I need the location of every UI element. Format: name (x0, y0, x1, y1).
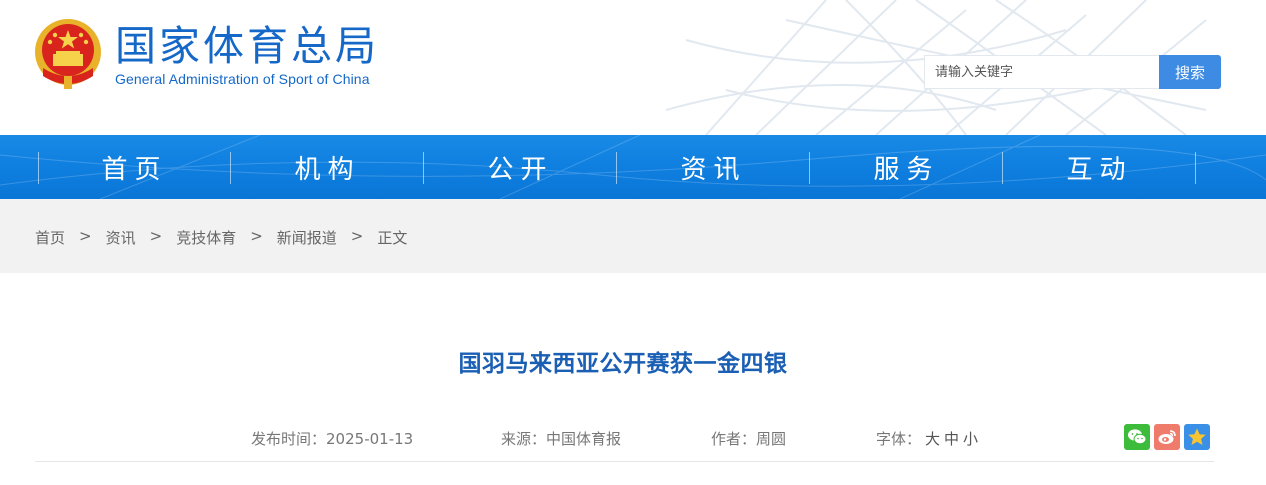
font-size-label: 字体： (876, 430, 922, 448)
breadcrumb-home[interactable]: 首页 (35, 227, 65, 248)
breadcrumb-separator: > (350, 227, 364, 245)
author: 作者：周圆 (711, 428, 786, 449)
breadcrumb-competitive-sports[interactable]: 竞技体育 (176, 227, 236, 248)
nav-item-label: 首页 (101, 154, 168, 185)
site-header: 国家体育总局 General Administration of Sport o… (0, 0, 1266, 135)
source-label: 来源： (501, 430, 547, 448)
nav-item-label: 服务 (873, 154, 940, 185)
nav-item-label: 公开 (487, 154, 554, 185)
article-title: 国羽马来西亚公开赛获一金四银 (458, 351, 788, 377)
breadcrumb-bar: 首页 > 资讯 > 竞技体育 > 新闻报道 > 正文 (0, 199, 1266, 273)
share-wechat-button[interactable] (1124, 424, 1150, 450)
nav-item-label: 资讯 (680, 154, 747, 185)
favorite-star-icon (1188, 428, 1206, 445)
author-label: 作者： (711, 430, 757, 448)
nav-item-interaction[interactable]: 互动 (1003, 135, 1196, 199)
meta-divider (35, 461, 1214, 462)
breadcrumb-current: 正文 (377, 229, 408, 247)
article-meta: 发布时间：2025-01-13 来源：中国体育报 作者：周圆 字体：大中小 (0, 428, 1266, 448)
site-title: 国家体育总局 (115, 22, 379, 70)
breadcrumb-news-reports[interactable]: 新闻报道 (277, 227, 337, 248)
breadcrumb: 首页 > 资讯 > 竞技体育 > 新闻报道 > 正文 (35, 227, 407, 248)
font-size-control: 字体：大中小 (876, 428, 978, 449)
author-value: 周圆 (756, 430, 787, 448)
font-size-medium-button[interactable]: 中 (944, 430, 959, 448)
nav-item-home[interactable]: 首页 (38, 135, 231, 199)
font-size-small-button[interactable]: 小 (963, 430, 978, 448)
nav-separator (1195, 152, 1196, 184)
publish-time: 发布时间：2025-01-13 (251, 428, 413, 449)
source-value: 中国体育报 (546, 430, 622, 448)
share-buttons (1124, 424, 1210, 450)
breadcrumb-news[interactable]: 资讯 (106, 227, 136, 248)
search-input[interactable] (924, 55, 1159, 89)
nav-list: 首页 机构 公开 资讯 服务 互动 (38, 135, 1196, 199)
national-emblem-icon (35, 19, 101, 89)
wechat-icon (1128, 429, 1147, 445)
weibo-icon (1158, 430, 1176, 444)
nav-item-disclosure[interactable]: 公开 (424, 135, 617, 199)
source: 来源：中国体育报 (501, 428, 621, 449)
publish-time-value: 2025-01-13 (326, 430, 414, 448)
breadcrumb-separator: > (250, 227, 263, 245)
site-subtitle: General Administration of Sport of China (115, 71, 370, 87)
nav-item-label: 互动 (1066, 154, 1133, 185)
nav-item-news[interactable]: 资讯 (617, 135, 810, 199)
breadcrumb-separator: > (79, 227, 92, 245)
search-box: 搜索 (924, 55, 1221, 89)
breadcrumb-separator: > (149, 227, 163, 245)
nav-item-label: 机构 (294, 154, 361, 185)
font-size-large-button[interactable]: 大 (925, 430, 940, 448)
publish-time-label: 发布时间： (251, 430, 327, 448)
share-weibo-button[interactable] (1154, 424, 1180, 450)
nav-item-services[interactable]: 服务 (810, 135, 1003, 199)
nav-item-organization[interactable]: 机构 (231, 135, 424, 199)
favorite-button[interactable] (1184, 424, 1210, 450)
site-logo[interactable]: 国家体育总局 General Administration of Sport o… (33, 18, 379, 92)
search-button[interactable]: 搜索 (1159, 55, 1221, 89)
main-nav: 首页 机构 公开 资讯 服务 互动 (0, 135, 1266, 199)
